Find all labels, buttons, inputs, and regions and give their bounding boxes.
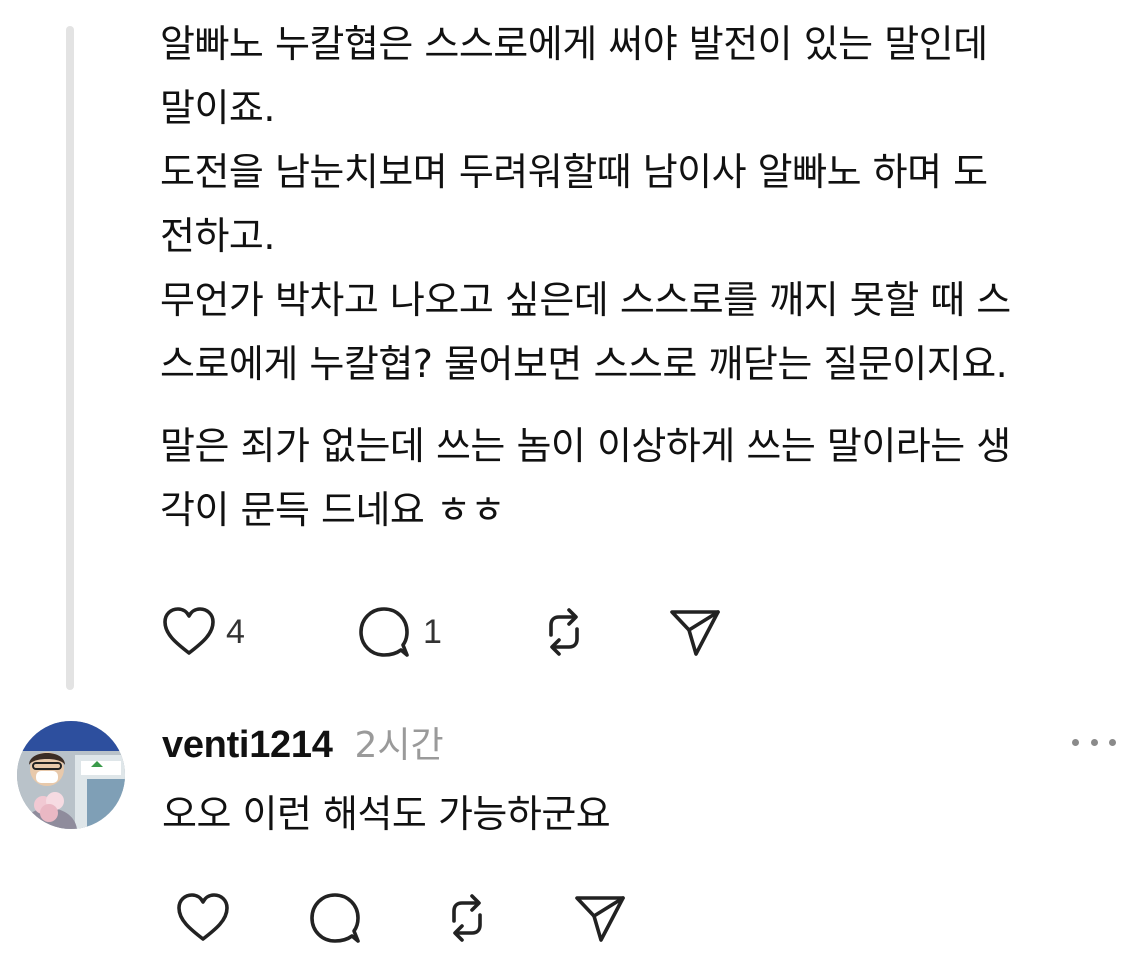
repost-button[interactable] xyxy=(440,891,572,945)
repost-button[interactable] xyxy=(537,605,667,659)
post-paragraph: 말은 죄가 없는데 쓰는 놈이 이상하게 쓰는 말이라는 생 각이 문득 드네요… xyxy=(160,424,1011,532)
more-dots-icon xyxy=(1090,738,1098,746)
post-action-bar: 4 1 xyxy=(162,604,723,660)
share-button[interactable] xyxy=(572,892,628,944)
like-button[interactable] xyxy=(176,893,308,943)
speech-bubble-icon xyxy=(359,607,409,657)
avatar[interactable] xyxy=(17,721,125,829)
repost-arrows-icon xyxy=(452,894,482,942)
more-dots-icon xyxy=(1072,738,1079,746)
post-paragraph: 도전을 남눈치보며 두려워할때 남이사 알빠노 하며 도 전하고. xyxy=(160,150,988,258)
paper-plane-icon xyxy=(575,896,625,942)
like-button[interactable]: 4 xyxy=(162,607,357,657)
post-paragraph: 무언가 박차고 나오고 싶은데 스스로를 깨지 못할 때 스 스로에게 누칼협?… xyxy=(160,278,1011,386)
reply-count: 1 xyxy=(423,612,442,651)
timestamp: 2시간 xyxy=(354,725,444,766)
reply-header: venti1214 2시간 xyxy=(162,716,444,768)
share-button[interactable] xyxy=(667,606,723,658)
reply-action-bar xyxy=(176,890,628,946)
reply-button[interactable] xyxy=(308,890,440,946)
heart-icon xyxy=(163,607,215,655)
reply-text: 오오 이런 해석도 가능하군요 xyxy=(162,792,611,836)
paper-plane-icon xyxy=(670,610,720,656)
more-options-button[interactable] xyxy=(1072,732,1116,752)
thread-line xyxy=(66,26,74,690)
post-body: 알빠노 누칼협은 스스로에게 써야 발전이 있는 말인데 말이죠. 도전을 남눈… xyxy=(160,12,1130,542)
reply-button[interactable]: 1 xyxy=(357,604,537,660)
heart-icon xyxy=(177,893,229,941)
speech-bubble-icon xyxy=(310,893,360,943)
post-paragraph: 알빠노 누칼협은 스스로에게 써야 발전이 있는 말인데 말이죠. xyxy=(160,22,988,130)
like-count: 4 xyxy=(226,612,245,651)
username[interactable]: venti1214 xyxy=(162,724,333,767)
more-dots-icon xyxy=(1109,738,1116,746)
avatar-photo xyxy=(17,721,125,829)
repost-arrows-icon xyxy=(549,608,579,656)
